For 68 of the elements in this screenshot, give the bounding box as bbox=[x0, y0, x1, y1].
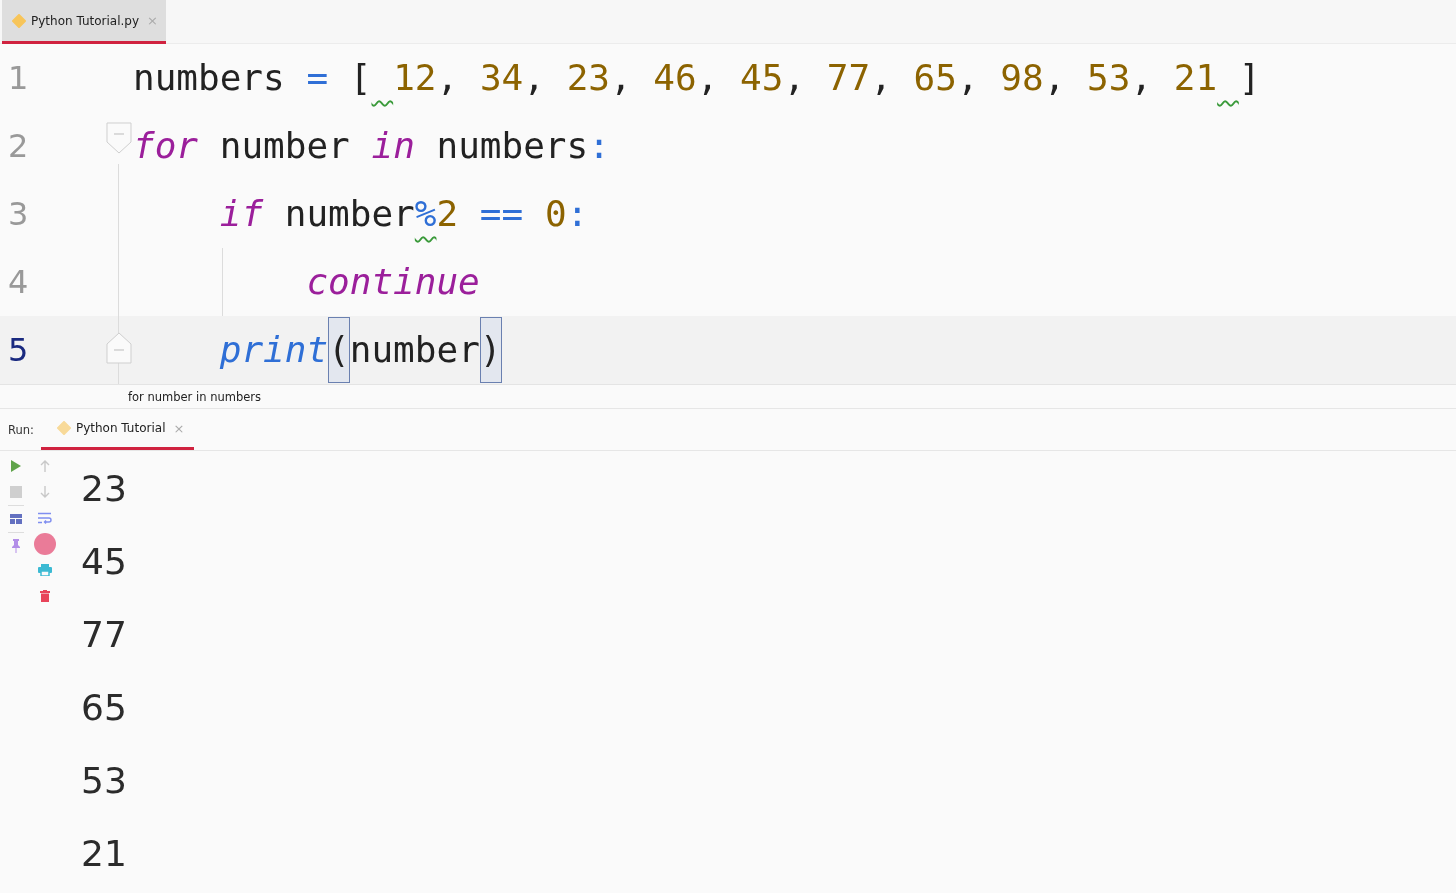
code-token: ) bbox=[479, 316, 502, 384]
code-token: 2 bbox=[436, 192, 459, 236]
line-number: 3 bbox=[7, 195, 30, 233]
output-line: 53 bbox=[81, 759, 127, 803]
run-icon[interactable] bbox=[10, 460, 22, 472]
line-number: 1 bbox=[7, 59, 30, 97]
code-token: , bbox=[870, 56, 892, 100]
code-token: : bbox=[566, 192, 589, 236]
code-token: = bbox=[305, 56, 329, 100]
pin-icon[interactable] bbox=[11, 539, 21, 553]
code-token: [ bbox=[348, 56, 372, 100]
code-token: , bbox=[1130, 56, 1153, 100]
python-file-icon bbox=[12, 13, 26, 28]
output-line: 21 bbox=[81, 832, 127, 876]
code-token: : bbox=[588, 124, 610, 168]
output-line: 23 bbox=[81, 467, 127, 511]
code-token: 45 bbox=[739, 56, 784, 100]
code-token: 23 bbox=[565, 56, 610, 100]
code-token: 98 bbox=[999, 56, 1044, 100]
code-token: 46 bbox=[652, 56, 697, 100]
line-number: 5 bbox=[7, 331, 30, 369]
code-token: , bbox=[696, 56, 719, 100]
code-token: numbers bbox=[133, 56, 285, 100]
code-token: == bbox=[478, 192, 524, 236]
up-arrow-icon[interactable] bbox=[40, 460, 50, 472]
code-token: number bbox=[349, 328, 480, 372]
code-token: 12 bbox=[392, 56, 437, 100]
code-token: continue bbox=[305, 260, 480, 304]
python-file-icon bbox=[56, 421, 71, 435]
code-token: 53 bbox=[1086, 56, 1131, 100]
code-token: number bbox=[218, 124, 350, 168]
code-token: , bbox=[1043, 56, 1066, 100]
printer-icon[interactable] bbox=[38, 564, 52, 576]
code-token: number bbox=[283, 192, 415, 236]
code-token: 0 bbox=[543, 192, 567, 236]
code-token: numbers bbox=[435, 124, 589, 168]
circle-icon[interactable] bbox=[34, 533, 56, 555]
fold-icon[interactable] bbox=[106, 332, 132, 364]
code-token: 65 bbox=[912, 56, 957, 100]
code-token: if bbox=[218, 192, 264, 236]
code-token: , bbox=[783, 56, 806, 100]
code-token: print bbox=[218, 328, 329, 372]
down-arrow-icon[interactable] bbox=[40, 486, 50, 498]
code-token: for bbox=[133, 124, 199, 168]
code-token: , bbox=[523, 56, 545, 100]
code-token: ( bbox=[328, 316, 350, 384]
soft-wrap-icon[interactable] bbox=[38, 512, 52, 524]
output-line: 65 bbox=[81, 686, 127, 730]
run-tab[interactable]: Python Tutorial × bbox=[40, 409, 195, 450]
output-line: 45 bbox=[81, 540, 127, 584]
run-label: Run: bbox=[7, 421, 35, 439]
output-line: 77 bbox=[81, 613, 127, 657]
editor-tab[interactable]: Python Tutorial.py × bbox=[2, 0, 166, 44]
code-token: 77 bbox=[825, 56, 871, 100]
layout-icon[interactable] bbox=[10, 514, 22, 524]
fold-icon[interactable] bbox=[106, 122, 132, 154]
code-token: in bbox=[370, 124, 415, 168]
code-token: 34 bbox=[478, 56, 524, 100]
code-token: % bbox=[414, 192, 437, 236]
line-number: 4 bbox=[7, 263, 30, 301]
code-token: , bbox=[956, 56, 979, 100]
trash-icon[interactable] bbox=[40, 590, 50, 602]
line-number: 2 bbox=[7, 127, 30, 165]
code-token: , bbox=[610, 56, 632, 100]
code-token: ] bbox=[1237, 56, 1261, 100]
code-token: , bbox=[436, 56, 459, 100]
breadcrumb[interactable]: for number in numbers bbox=[0, 385, 1456, 409]
code-token: 21 bbox=[1172, 56, 1218, 100]
